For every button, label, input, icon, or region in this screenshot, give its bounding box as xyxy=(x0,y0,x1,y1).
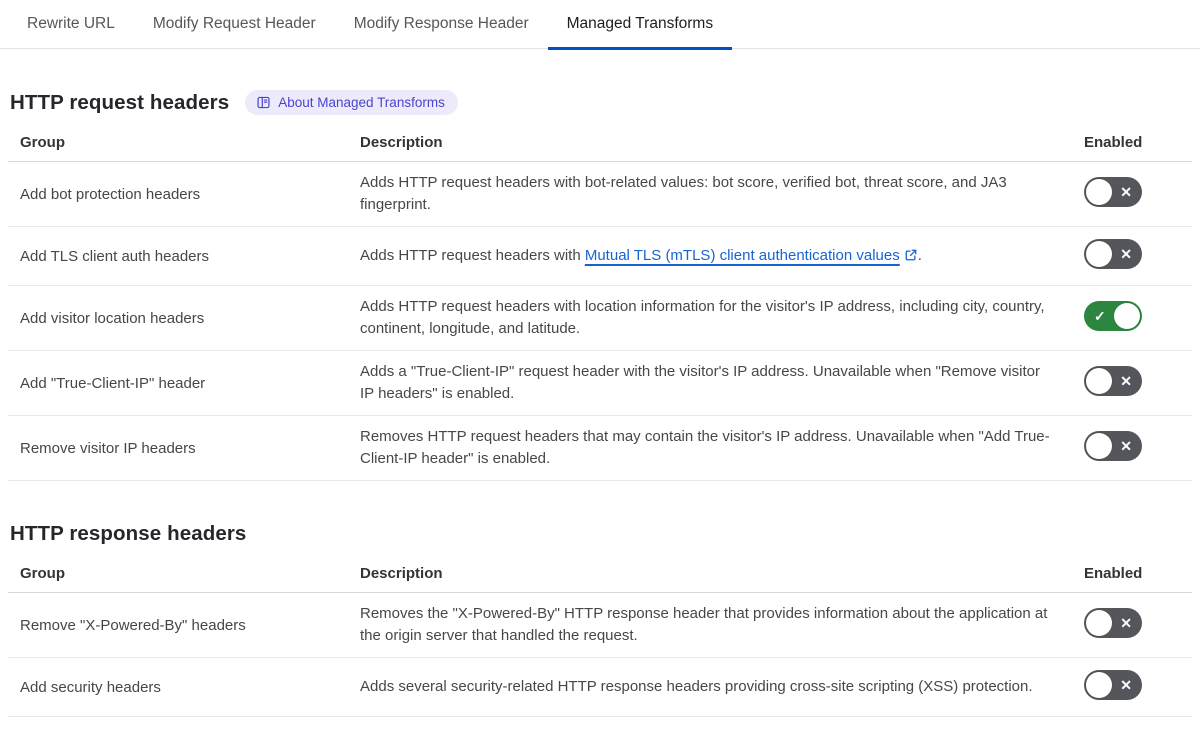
description-suffix: . xyxy=(917,247,922,264)
column-header-description: Description xyxy=(360,565,443,582)
tab-modify-response-header[interactable]: Modify Response Header xyxy=(335,0,548,50)
response-table-body: Remove "X-Powered-By" headers Removes th… xyxy=(8,593,1192,717)
description-cell: Adds HTTP request headers with Mutual TL… xyxy=(360,245,1084,267)
tab-label: Managed Transforms xyxy=(566,14,714,32)
request-table-body: Add bot protection headers Adds HTTP req… xyxy=(8,162,1192,481)
enabled-toggle[interactable]: ✓ ✕ xyxy=(1084,365,1142,396)
column-header-group: Group xyxy=(20,565,65,582)
enabled-cell: ✓ ✕ xyxy=(1084,300,1192,336)
tab-rewrite-url[interactable]: Rewrite URL xyxy=(8,0,134,50)
check-icon: ✓ xyxy=(1094,307,1106,324)
request-section-title: HTTP request headers xyxy=(10,90,230,114)
table-row: Add "True-Client-IP" header Adds a "True… xyxy=(8,351,1192,416)
column-header-enabled: Enabled xyxy=(1084,134,1143,151)
tab-modify-request-header[interactable]: Modify Request Header xyxy=(134,0,335,50)
tab-label: Rewrite URL xyxy=(27,14,115,32)
group-cell: Add visitor location headers xyxy=(20,309,205,327)
description-cell: Adds HTTP request headers with bot-relat… xyxy=(360,172,1084,216)
description-text: Adds HTTP request headers with location … xyxy=(360,298,1045,337)
tab-bar: Rewrite URL Modify Request Header Modify… xyxy=(0,0,1200,50)
request-table-header: Group Description Enabled xyxy=(8,129,1192,162)
description-text: Adds several security-related HTTP respo… xyxy=(360,678,1033,695)
enabled-cell: ✓ ✕ xyxy=(1084,176,1192,212)
toggle-knob xyxy=(1114,302,1140,329)
enabled-toggle[interactable]: ✓ ✕ xyxy=(1084,176,1142,207)
description-text: Adds HTTP request headers with bot-relat… xyxy=(360,174,1007,213)
table-row: Add bot protection headers Adds HTTP req… xyxy=(8,162,1192,227)
group-cell: Remove "X-Powered-By" headers xyxy=(20,616,246,634)
enabled-toggle[interactable]: ✓ ✕ xyxy=(1084,607,1142,638)
group-cell: Remove visitor IP headers xyxy=(20,439,196,457)
external-link-icon xyxy=(900,247,918,264)
description-link-label: Mutual TLS (mTLS) client authentication … xyxy=(584,247,900,264)
table-row: Remove visitor IP headers Removes HTTP r… xyxy=(8,416,1192,481)
toggle-knob xyxy=(1086,367,1112,394)
description-cell: Adds a "True-Client-IP" request header w… xyxy=(360,361,1084,405)
x-icon: ✕ xyxy=(1120,437,1132,454)
group-cell: Add security headers xyxy=(20,678,161,696)
enabled-cell: ✓ ✕ xyxy=(1084,238,1192,274)
enabled-toggle[interactable]: ✓ ✕ xyxy=(1084,238,1142,269)
column-header-group: Group xyxy=(20,134,65,151)
description-cell: Adds HTTP request headers with location … xyxy=(360,296,1084,340)
description-text: Adds a "True-Client-IP" request header w… xyxy=(360,363,1040,402)
enabled-toggle[interactable]: ✓ ✕ xyxy=(1084,430,1142,461)
x-icon: ✕ xyxy=(1120,183,1132,200)
response-section-heading: HTTP response headers xyxy=(10,522,1192,546)
tab-managed-transforms[interactable]: Managed Transforms xyxy=(547,0,733,50)
enabled-toggle[interactable]: ✓ ✕ xyxy=(1084,669,1142,700)
x-icon: ✕ xyxy=(1120,372,1132,389)
group-cell: Add bot protection headers xyxy=(20,185,201,203)
column-header-enabled: Enabled xyxy=(1084,565,1143,582)
toggle-knob xyxy=(1086,432,1112,459)
table-row: Add security headers Adds several securi… xyxy=(8,658,1192,717)
description-cell: Removes HTTP request headers that may co… xyxy=(360,426,1084,470)
about-managed-transforms-link[interactable]: About Managed Transforms xyxy=(245,90,458,115)
description-text: Removes HTTP request headers that may co… xyxy=(360,428,1050,467)
response-section-title: HTTP response headers xyxy=(10,522,247,545)
toggle-knob xyxy=(1086,671,1112,698)
enabled-cell: ✓ ✕ xyxy=(1084,430,1192,466)
tab-label: Modify Request Header xyxy=(152,14,316,32)
group-cell: Add "True-Client-IP" header xyxy=(20,374,206,392)
column-header-description: Description xyxy=(360,134,443,151)
x-icon: ✕ xyxy=(1120,614,1132,631)
enabled-cell: ✓ ✕ xyxy=(1084,607,1192,643)
about-badge-label: About Managed Transforms xyxy=(278,95,445,110)
toggle-knob xyxy=(1086,240,1112,267)
http-response-headers-section: HTTP response headers Group Description … xyxy=(8,522,1192,717)
description-link[interactable]: Mutual TLS (mTLS) client authentication … xyxy=(585,247,918,264)
request-section-heading: HTTP request headers About Managed Trans… xyxy=(10,90,1192,115)
enabled-cell: ✓ ✕ xyxy=(1084,669,1192,705)
response-table-header: Group Description Enabled xyxy=(8,560,1192,593)
table-row: Add TLS client auth headers Adds HTTP re… xyxy=(8,227,1192,286)
tab-label: Modify Response Header xyxy=(353,14,529,32)
toggle-knob xyxy=(1086,178,1112,205)
description-cell: Adds several security-related HTTP respo… xyxy=(360,676,1084,698)
x-icon: ✕ xyxy=(1120,676,1132,693)
managed-transforms-page: HTTP request headers About Managed Trans… xyxy=(0,90,1200,717)
enabled-cell: ✓ ✕ xyxy=(1084,365,1192,401)
table-row: Add visitor location headers Adds HTTP r… xyxy=(8,286,1192,351)
enabled-toggle[interactable]: ✓ ✕ xyxy=(1084,300,1142,331)
description-cell: Removes the "X-Powered-By" HTTP response… xyxy=(360,603,1084,647)
x-icon: ✕ xyxy=(1120,245,1132,262)
open-book-icon xyxy=(256,95,271,110)
http-request-headers-section: HTTP request headers About Managed Trans… xyxy=(8,90,1192,481)
group-cell: Add TLS client auth headers xyxy=(20,247,210,265)
request-headers-table: Group Description Enabled Add bot protec… xyxy=(8,129,1192,481)
table-row: Remove "X-Powered-By" headers Removes th… xyxy=(8,593,1192,658)
description-text: Adds HTTP request headers with xyxy=(360,247,585,264)
toggle-knob xyxy=(1086,609,1112,636)
description-text: Removes the "X-Powered-By" HTTP response… xyxy=(360,605,1048,644)
response-headers-table: Group Description Enabled Remove "X-Powe… xyxy=(8,560,1192,717)
